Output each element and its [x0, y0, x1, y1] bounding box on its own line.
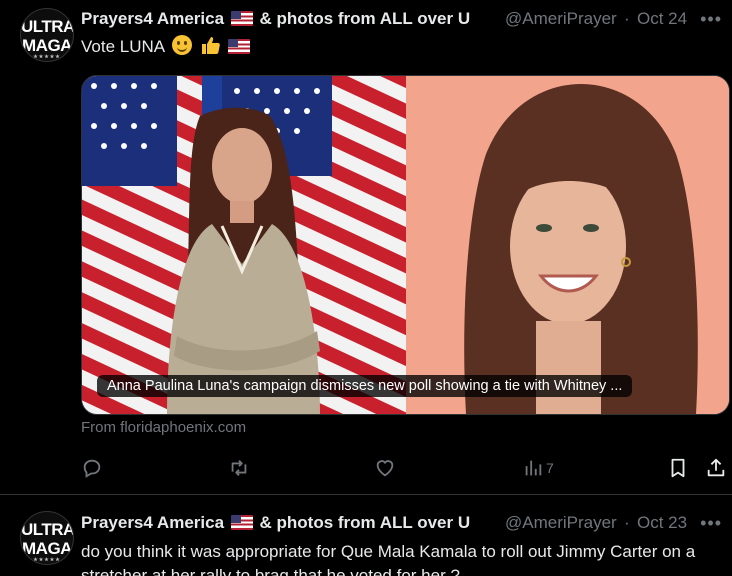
share-icon [707, 458, 725, 477]
avatar-text-line1: ULTRA [21, 520, 74, 539]
tweet[interactable]: ULTRA MAGA ★★★★★ Prayers4 America & phot… [0, 0, 732, 494]
retweet-button[interactable] [227, 457, 251, 479]
action-bar: 7 [81, 457, 732, 479]
photo-left [82, 76, 406, 414]
author-handle[interactable]: @AmeriPrayer [505, 8, 623, 30]
retweet-icon [231, 460, 247, 476]
tweet-text: do you think it was appropriate for Que … [81, 542, 696, 576]
tweet-header: Prayers4 America & photos from ALL over … [81, 8, 722, 30]
views-icon [525, 460, 542, 476]
smiley-icon [171, 35, 192, 55]
avatar-stars-icon: ★★★★★ [33, 557, 61, 563]
flag-us-icon [230, 515, 253, 530]
author-name-suffix: & photos from ALL over U [259, 513, 471, 532]
link-card-caption[interactable]: Anna Paulina Luna's campaign dismisses n… [97, 375, 633, 397]
photo-right [406, 76, 729, 414]
separator-dot: · [624, 9, 630, 28]
avatar-text-line1: ULTRA [21, 17, 74, 36]
share-button[interactable] [705, 457, 727, 479]
more-icon[interactable]: ••• [700, 8, 722, 30]
flag-us-icon [228, 39, 251, 54]
tweet-text: Vote LUNA [81, 35, 718, 62]
flag-us-icon [230, 11, 253, 26]
bookmark-button[interactable] [667, 457, 689, 479]
author-name-text: Prayers4 America [81, 9, 225, 28]
timestamp[interactable]: Oct 23 [637, 512, 687, 534]
author-handle[interactable]: @AmeriPrayer [505, 512, 623, 534]
tweet-text-content: Vote LUNA [81, 37, 165, 56]
avatar-stars-icon: ★★★★★ [33, 54, 61, 60]
reply-button[interactable] [81, 457, 103, 479]
reply-icon [83, 459, 101, 478]
tweet[interactable]: ULTRA MAGA ★★★★★ Prayers4 America & phot… [0, 495, 732, 576]
avatar[interactable]: ULTRA MAGA ★★★★★ [20, 511, 74, 565]
author-name[interactable]: Prayers4 America & photos from ALL over … [81, 9, 470, 28]
avatar-text-line2: MAGA [22, 36, 72, 55]
avatar-text-line2: MAGA [22, 539, 72, 558]
link-card-image[interactable]: Anna Paulina Luna's campaign dismisses n… [81, 75, 730, 415]
timestamp[interactable]: Oct 24 [637, 8, 687, 30]
like-button[interactable] [374, 457, 396, 479]
thumbs-up-icon [200, 35, 222, 62]
author-name-text: Prayers4 America [81, 513, 225, 532]
views-button[interactable]: 7 [522, 457, 554, 479]
tweet-header: Prayers4 America & photos from ALL over … [81, 512, 722, 534]
separator-dot: · [624, 513, 630, 532]
author-name[interactable]: Prayers4 America & photos from ALL over … [81, 513, 470, 532]
like-icon [376, 460, 394, 477]
bookmark-icon [671, 458, 685, 478]
link-source[interactable]: From floridaphoenix.com [81, 419, 246, 436]
avatar[interactable]: ULTRA MAGA ★★★★★ [20, 8, 74, 62]
more-icon[interactable]: ••• [700, 512, 722, 534]
author-name-suffix: & photos from ALL over U [259, 9, 471, 28]
views-count: 7 [546, 460, 554, 476]
